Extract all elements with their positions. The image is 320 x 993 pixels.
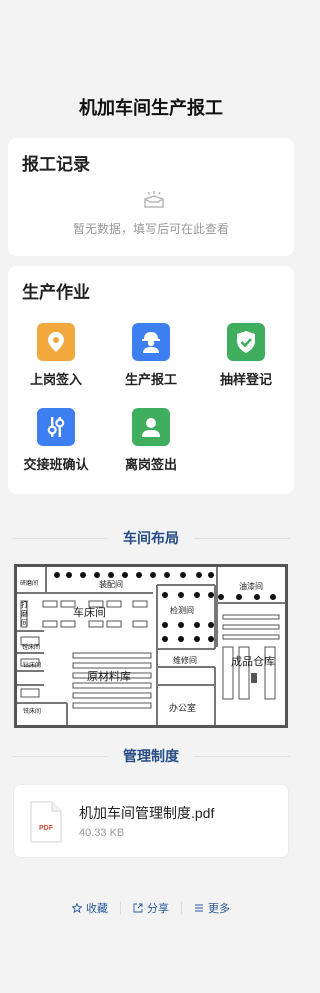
work-title: 生产作业 <box>22 283 90 302</box>
svg-text:办公室: 办公室 <box>169 702 196 714</box>
empty-text: 暂无数据，填写后可在此查看 <box>72 222 229 236</box>
page-title: 机加车间生产报工 <box>79 98 223 118</box>
svg-text:车床间: 车床间 <box>73 605 106 619</box>
sampling-register-label: 抽样登记 <box>219 372 272 387</box>
user-icon <box>132 408 170 446</box>
more-button[interactable]: 更多 <box>182 900 242 916</box>
svg-text:原材料库: 原材料库 <box>87 669 131 683</box>
management-policy-title: 管理制度 <box>123 748 179 764</box>
svg-text:铣床间: 铣床间 <box>23 707 41 715</box>
bottom-action-bar: 收藏 分享 更多 <box>0 900 302 916</box>
location-pin-icon <box>37 323 75 361</box>
menu-icon <box>195 904 203 912</box>
svg-text:装配间: 装配间 <box>99 579 123 589</box>
policy-document-item[interactable]: PDF 机加车间管理制度.pdf 40.33 KB <box>13 784 289 858</box>
record-title: 报工记录 <box>22 155 90 174</box>
workshop-floor-plan[interactable]: 研磨间 装配间 油漆间 打磨间 车床间 检测间 镗床间 钻床间 原材料库 维修间… <box>14 564 288 728</box>
check-in-label: 上岗签入 <box>29 372 82 387</box>
production-report-button[interactable]: 生产报工 <box>111 323 191 388</box>
pdf-file-icon <box>30 801 62 843</box>
shift-handover-button[interactable]: 交接班确认 <box>16 408 96 473</box>
svg-text:钻床间: 钻床间 <box>23 661 41 669</box>
shield-check-icon <box>227 323 265 361</box>
svg-text:间: 间 <box>21 619 28 627</box>
share-icon <box>133 903 143 913</box>
star-icon <box>72 903 82 913</box>
document-name: 机加车间管理制度.pdf <box>79 805 215 821</box>
document-size: 40.33 KB <box>79 827 125 839</box>
management-policy-header: 管理制度 <box>12 746 290 766</box>
svg-text:检测间: 检测间 <box>170 605 194 615</box>
work-record-card: 报工记录 暂无数据，填写后可在此查看 <box>8 138 294 256</box>
pdf-badge: PDF <box>39 825 53 832</box>
svg-text:成品仓库: 成品仓库 <box>231 654 275 668</box>
check-out-button[interactable]: 离岗签出 <box>111 408 191 473</box>
more-label: 更多 <box>208 903 230 915</box>
workshop-layout-title: 车间布局 <box>123 530 179 546</box>
svg-text:打: 打 <box>21 600 28 609</box>
shift-handover-label: 交接班确认 <box>23 457 89 472</box>
svg-text:研磨间: 研磨间 <box>20 579 38 587</box>
floor-plan-drawing: 研磨间 装配间 油漆间 打磨间 车床间 检测间 镗床间 钻床间 原材料库 维修间… <box>17 567 285 725</box>
share-button[interactable]: 分享 <box>121 900 181 916</box>
svg-text:磨: 磨 <box>21 609 28 618</box>
share-label: 分享 <box>147 903 169 915</box>
check-out-label: 离岗签出 <box>124 457 177 472</box>
check-in-button[interactable]: 上岗签入 <box>16 323 96 388</box>
sampling-register-button[interactable]: 抽样登记 <box>206 323 286 388</box>
svg-text:镗床间: 镗床间 <box>22 643 40 651</box>
svg-text:维修间: 维修间 <box>173 655 197 665</box>
svg-text:油漆间: 油漆间 <box>239 581 263 591</box>
workshop-layout-header: 车间布局 <box>12 528 290 548</box>
production-report-label: 生产报工 <box>124 372 177 387</box>
worker-helmet-icon <box>132 323 170 361</box>
sliders-icon <box>37 408 75 446</box>
favorite-button[interactable]: 收藏 <box>60 900 120 916</box>
empty-box-icon <box>144 191 164 208</box>
production-work-card: 生产作业 上岗签入 生产报工 抽样登记 交接班确认 离岗签出 <box>8 266 294 494</box>
favorite-label: 收藏 <box>86 903 108 915</box>
